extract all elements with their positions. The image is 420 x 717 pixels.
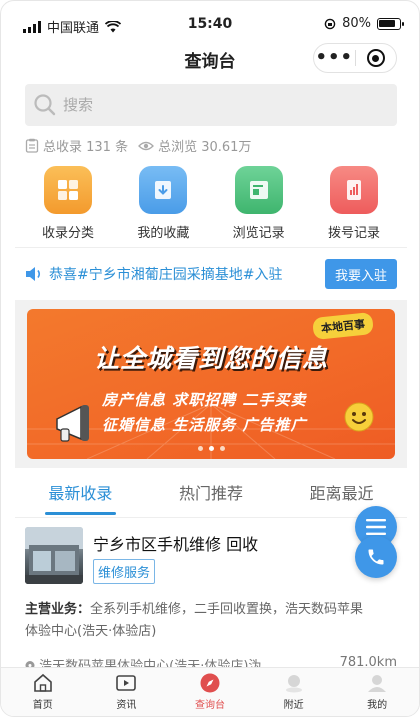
call-fab[interactable] [355, 536, 397, 578]
clipboard-icon [25, 138, 39, 153]
tabbar-nearby[interactable]: 附近 [252, 668, 336, 716]
tabbar-query[interactable]: 查询台 [168, 668, 252, 716]
home-icon [33, 673, 52, 692]
tabbar-news[interactable]: 资讯 [85, 668, 169, 716]
quick-entry-grid: 收录分类 我的收藏 浏览记录 拨号记录 [15, 166, 407, 241]
section-divider [15, 247, 407, 248]
history-icon [234, 166, 283, 214]
eye-icon [138, 141, 154, 150]
more-dots-icon[interactable]: ••• [314, 44, 355, 72]
user-icon [368, 675, 387, 692]
entry-favorites[interactable]: 我的收藏 [118, 166, 208, 241]
app-window: 中国联通 15:40 80% 查询台 ••• 总收录 131 条 总浏览 30 [0, 0, 420, 717]
entry-dial-records[interactable]: 拨号记录 [309, 166, 399, 241]
tabbar-label: 我的 [367, 700, 388, 711]
stats-row: 总收录 131 条 总浏览 30.61万 [25, 136, 251, 155]
carousel-dot-active[interactable] [208, 446, 214, 451]
promo-banner[interactable]: 本地百事 让全城看到您的信息 房产信息 求职招聘 二手买卖 征婚信息 生活服务 … [27, 309, 395, 459]
tabbar-label: 首页 [32, 700, 53, 711]
banner-line-1: 房产信息 求职招聘 二手买卖 [102, 391, 307, 409]
total-views: 总浏览 30.61万 [138, 136, 251, 155]
listing-title: 宁乡市区手机维修 回收 [93, 535, 259, 554]
banner-area: 本地百事 让全城看到您的信息 房产信息 求职招聘 二手买卖 征婚信息 生活服务 … [15, 300, 407, 468]
banner-headline: 让全城看到您的信息 [93, 344, 328, 373]
category-icon [44, 166, 92, 214]
phone-icon [368, 549, 384, 565]
battery-icon [377, 17, 404, 30]
megaphone-icon [56, 405, 89, 442]
speaker-icon [26, 267, 41, 281]
total-views-text: 总浏览 30.61万 [158, 140, 252, 155]
banner-line-2: 征婚信息 生活服务 广告推广 [102, 416, 307, 434]
announcement-text[interactable]: 恭喜#宁乡市湘葡庄园采摘基地#入驻 [49, 264, 325, 284]
dial-record-icon [329, 166, 378, 214]
listing-thumbnail [25, 527, 83, 584]
total-records: 总收录 131 条 [25, 136, 128, 155]
nav-header: 查询台 ••• [1, 41, 419, 75]
smiley-icon [344, 402, 374, 432]
search-bar[interactable] [25, 84, 397, 126]
tabbar-label: 查询台 [194, 700, 225, 711]
tabbar-home[interactable]: 首页 [1, 668, 85, 716]
battery-percent: 80% [342, 16, 371, 31]
entry-label: 我的收藏 [137, 226, 190, 241]
tabs-divider [15, 517, 407, 518]
search-input[interactable] [63, 96, 363, 114]
nearby-icon [285, 675, 302, 693]
favorite-icon [139, 166, 188, 214]
lock-rotation-icon [324, 18, 336, 29]
menu-icon [366, 519, 386, 535]
carousel-dot[interactable] [197, 446, 203, 451]
news-icon [116, 675, 137, 691]
join-button[interactable]: 我要入驻 [325, 259, 397, 289]
status-right: 80% [324, 16, 404, 31]
entry-label: 浏览记录 [232, 226, 285, 241]
carousel-indicator [27, 446, 395, 451]
entry-label: 拨号记录 [327, 226, 380, 241]
entry-category[interactable]: 收录分类 [23, 166, 113, 241]
status-bar: 中国联通 15:40 80% [1, 1, 419, 41]
tabbar-label: 附近 [283, 700, 304, 711]
entry-label: 收录分类 [41, 226, 94, 241]
tabbar-label: 资讯 [116, 700, 137, 711]
tab-popular[interactable]: 热门推荐 [146, 477, 277, 517]
tab-latest[interactable]: 最新收录 [15, 477, 146, 517]
search-icon [34, 94, 56, 116]
announcement-bar: 恭喜#宁乡市湘葡庄园采摘基地#入驻 我要入驻 [25, 257, 397, 291]
entry-history[interactable]: 浏览记录 [214, 166, 304, 241]
listing-business: 主营业务：全系列手机维修，二手回收置换，浩天数码苹果体验中心(浩天·体验店) [25, 599, 365, 643]
tabbar-me[interactable]: 我的 [335, 668, 419, 716]
business-label: 主营业务： [25, 602, 91, 617]
category-badge[interactable]: 维修服务 [93, 559, 156, 584]
total-records-text: 总收录 131 条 [43, 140, 129, 155]
mini-program-capsule: ••• [313, 43, 397, 73]
carousel-dot[interactable] [219, 446, 225, 451]
bottom-tab-bar: 首页 资讯 查询台 附近 我的 [1, 667, 419, 716]
target-icon[interactable] [356, 49, 397, 67]
content-tabs: 最新收录 热门推荐 距离最近 [15, 477, 407, 517]
compass-icon [200, 673, 220, 693]
